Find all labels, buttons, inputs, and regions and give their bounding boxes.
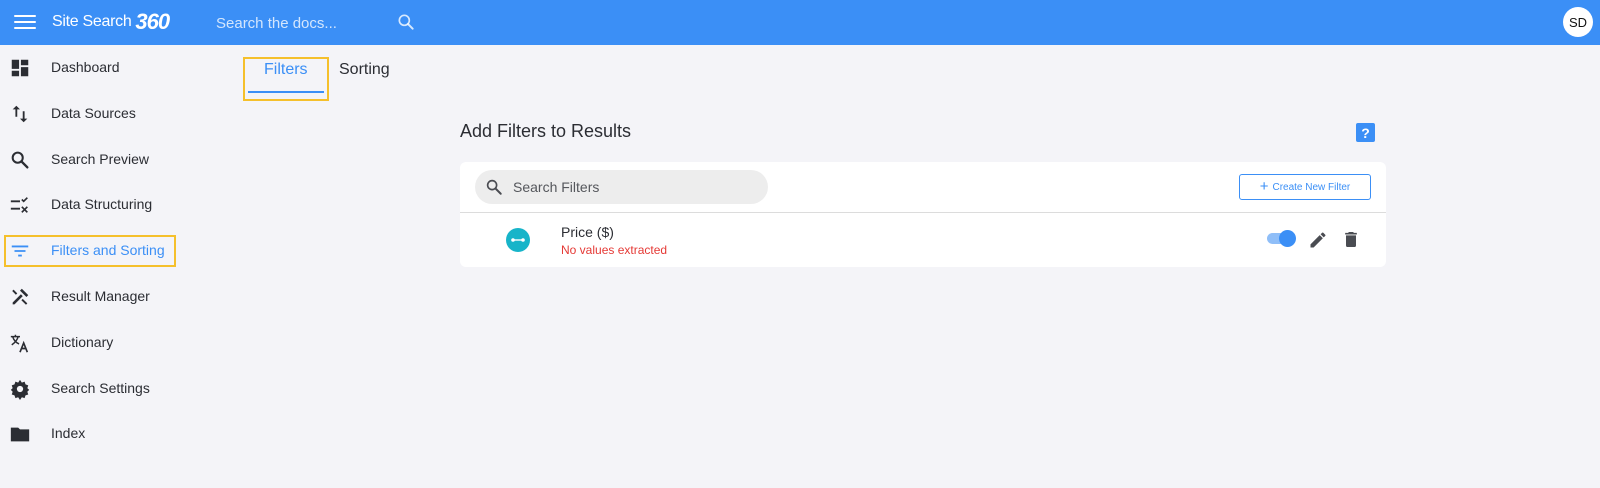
- filter-status: No values extracted: [561, 243, 668, 257]
- delete-icon[interactable]: [1341, 229, 1361, 250]
- range-icon: [506, 228, 530, 252]
- filter-search-field[interactable]: [475, 170, 768, 204]
- logo-text: Site Search: [52, 13, 132, 30]
- data-sources-icon: [12, 105, 28, 123]
- sidebar-item-data-structuring[interactable]: Data Structuring: [0, 184, 200, 224]
- filter-enabled-toggle[interactable]: [1267, 230, 1296, 247]
- avatar[interactable]: SD: [1563, 7, 1593, 37]
- filter-search-input[interactable]: [513, 170, 753, 204]
- sidebar-item-label: Data Structuring: [51, 196, 153, 212]
- filters-card: + Create New Filter Price ($) No values …: [460, 162, 1386, 267]
- tools-icon: [12, 288, 29, 305]
- sidebar: Dashboard Data Sources Search Preview Da…: [0, 45, 200, 488]
- create-new-filter-label: Create New Filter: [1272, 181, 1351, 193]
- sidebar-item-label: Dictionary: [51, 334, 114, 350]
- active-item-highlight: [4, 235, 176, 267]
- filter-title: Price ($): [561, 224, 614, 240]
- menu-icon[interactable]: [14, 12, 36, 32]
- sidebar-item-label: Index: [51, 425, 86, 441]
- logo-mark: 360: [135, 9, 170, 34]
- tab-sorting[interactable]: Sorting: [339, 61, 390, 79]
- translate-icon: [10, 334, 29, 353]
- docs-search-input[interactable]: [200, 8, 425, 38]
- divider: [460, 212, 1386, 213]
- sidebar-item-dictionary[interactable]: Dictionary: [0, 322, 200, 362]
- sidebar-item-label: Search Preview: [51, 151, 150, 167]
- sidebar-item-result-manager[interactable]: Result Manager: [0, 276, 200, 316]
- page-title: Add Filters to Results: [460, 121, 632, 141]
- sidebar-item-label: Search Settings: [51, 380, 150, 396]
- gear-icon: [10, 379, 30, 400]
- active-tab-highlight: [243, 57, 329, 101]
- sidebar-item-label: Result Manager: [51, 288, 150, 304]
- toggle-knob: [1279, 230, 1296, 247]
- search-icon: [486, 179, 502, 195]
- sidebar-item-label: Data Sources: [51, 105, 136, 121]
- sidebar-item-index[interactable]: Index: [0, 413, 200, 453]
- plus-icon: +: [1259, 178, 1269, 195]
- create-new-filter-button[interactable]: + Create New Filter: [1239, 174, 1371, 200]
- dashboard-icon: [11, 59, 29, 77]
- sidebar-item-search-preview[interactable]: Search Preview: [0, 139, 200, 179]
- folder-icon: [10, 427, 30, 442]
- sidebar-item-dashboard[interactable]: Dashboard: [0, 47, 200, 87]
- top-bar: Site Search 360 SD: [0, 0, 1600, 45]
- data-structuring-icon: [10, 197, 28, 213]
- sidebar-item-label: Dashboard: [51, 59, 120, 75]
- sidebar-item-search-settings[interactable]: Search Settings: [0, 368, 200, 408]
- sidebar-item-data-sources[interactable]: Data Sources: [0, 93, 200, 133]
- search-icon[interactable]: [396, 12, 416, 32]
- help-icon[interactable]: ?: [1356, 123, 1375, 142]
- search-icon: [11, 151, 29, 169]
- docs-search-field[interactable]: [200, 8, 425, 38]
- edit-icon[interactable]: [1308, 230, 1328, 250]
- app-logo[interactable]: Site Search 360: [52, 9, 170, 34]
